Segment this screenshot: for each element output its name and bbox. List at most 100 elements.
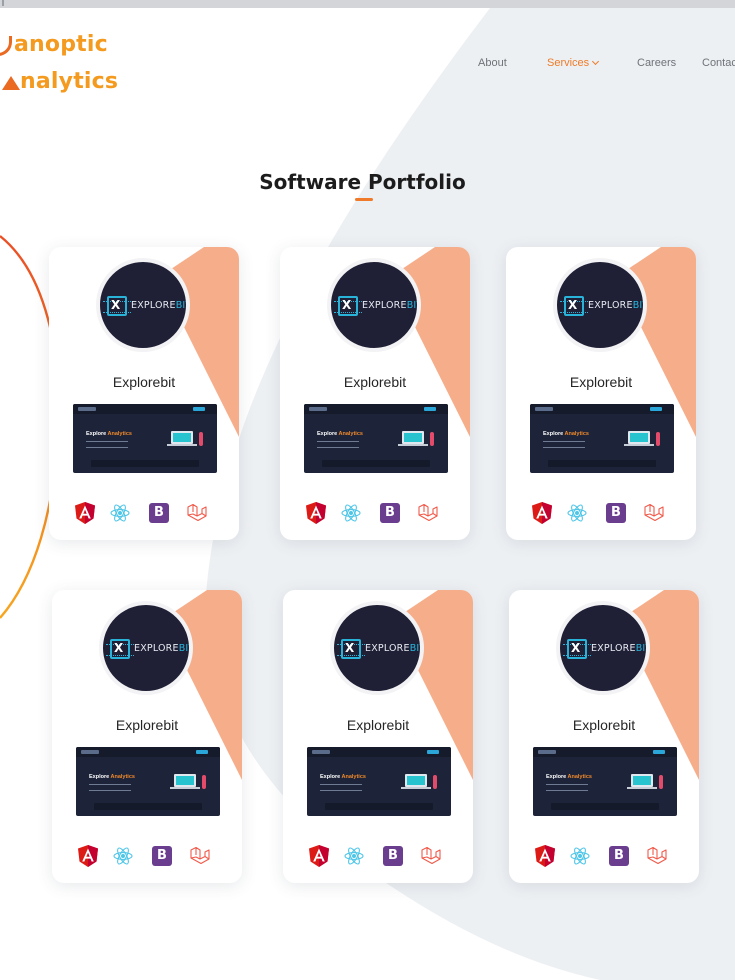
portfolio-card[interactable]: X EXPLOREBIT Explorebit Explore Analytic… [52, 590, 242, 883]
brand-text-right: BIT [406, 300, 421, 311]
portfolio-card[interactable]: X EXPLOREBIT Explorebit Explore Analytic… [280, 247, 470, 540]
screenshot-logo [309, 407, 327, 411]
brand-text: EXPLOREBIT [362, 300, 421, 311]
screenshot-heading-a: Explore [89, 774, 111, 780]
nav-contact-link[interactable]: Contac [702, 57, 735, 69]
nav-about-link[interactable]: About [478, 57, 507, 69]
project-screenshot[interactable]: Explore Analytics [530, 404, 674, 473]
brand-text: EXPLOREBIT [365, 643, 424, 654]
project-logo: X EXPLOREBIT [330, 601, 424, 695]
brand-text-right: BIT [635, 643, 650, 654]
laptop-illustration [167, 431, 197, 446]
brand-text: EXPLOREBIT [134, 643, 189, 654]
plant-illustration [430, 432, 434, 446]
brand-text-left: EXPLORE [588, 300, 633, 311]
screenshot-subtext [86, 441, 128, 448]
chip-letter: X [568, 298, 578, 312]
scroll-marker [2, 0, 4, 6]
chevron-down-icon [592, 57, 600, 66]
project-name: Explorebit [572, 717, 636, 733]
chip-letter: X [345, 641, 355, 655]
screenshot-logo [535, 407, 553, 411]
project-screenshot[interactable]: Explore Analytics [533, 747, 677, 816]
screenshot-navbar [530, 404, 674, 414]
laravel-icon [421, 846, 441, 865]
screenshot-navbar [307, 747, 451, 757]
angular-icon [309, 845, 329, 867]
brand-text-right: BIT [632, 300, 647, 311]
browser-top-strip [0, 0, 735, 8]
tech-stack: B [506, 502, 696, 526]
tech-stack: B [509, 845, 699, 869]
project-logo: X EXPLOREBIT [553, 258, 647, 352]
brand-text-right: BIT [409, 643, 424, 654]
screenshot-heading: Explore Analytics [89, 774, 135, 780]
plant-illustration [202, 775, 206, 789]
project-screenshot[interactable]: Explore Analytics [73, 404, 217, 473]
nav-careers-link[interactable]: Careers [637, 57, 676, 69]
screenshot-subtext [320, 784, 362, 791]
react-icon [110, 504, 130, 522]
angular-icon [75, 502, 95, 524]
react-icon [570, 847, 590, 865]
plant-illustration [656, 432, 660, 446]
angular-icon [535, 845, 555, 867]
screenshot-navbar [76, 747, 220, 757]
nav-services-label: Services [547, 57, 590, 69]
laptop-illustration [398, 431, 428, 446]
angular-icon [306, 502, 326, 524]
bootstrap-icon: B [606, 503, 626, 523]
screenshot-heading-b: Analytics [341, 774, 366, 780]
laravel-icon [190, 846, 210, 865]
tech-stack: B [283, 845, 473, 869]
project-screenshot[interactable]: Explore Analytics [307, 747, 451, 816]
react-icon [341, 504, 361, 522]
project-name: Explorebit [115, 717, 179, 733]
portfolio-card[interactable]: X EXPLOREBIT Explorebit Explore Analytic… [49, 247, 239, 540]
portfolio-card[interactable]: X EXPLOREBIT Explorebit Explore Analytic… [509, 590, 699, 883]
screenshot-logo [312, 750, 330, 754]
portfolio-card[interactable]: X EXPLOREBIT Explorebit Explore Analytic… [506, 247, 696, 540]
project-logo: X EXPLOREBIT [99, 601, 193, 695]
screenshot-logo [78, 407, 96, 411]
bootstrap-icon: B [383, 846, 403, 866]
chip-letter: X [111, 298, 121, 312]
screenshot-button [427, 750, 439, 754]
screenshot-subtext [89, 784, 131, 791]
nav-services-link[interactable]: Services [547, 57, 600, 69]
screenshot-button [424, 407, 436, 411]
project-name: Explorebit [346, 717, 410, 733]
brand-text-left: EXPLORE [134, 643, 179, 654]
project-screenshot[interactable]: Explore Analytics [76, 747, 220, 816]
title-underline [355, 198, 373, 201]
screenshot-heading-b: Analytics [107, 431, 132, 437]
angular-icon [78, 845, 98, 867]
screenshot-heading: Explore Analytics [86, 431, 132, 437]
screenshot-heading-b: Analytics [564, 431, 589, 437]
react-icon [567, 504, 587, 522]
bootstrap-icon: B [152, 846, 172, 866]
project-logo: X EXPLOREBIT [96, 258, 190, 352]
screenshot-footer-bar [551, 803, 659, 810]
chip-letter: X [114, 641, 124, 655]
logo-text-top: anoptic [14, 32, 108, 57]
screenshot-heading-a: Explore [543, 431, 565, 437]
project-screenshot[interactable]: Explore Analytics [304, 404, 448, 473]
screenshot-button [650, 407, 662, 411]
project-logo: X EXPLOREBIT [556, 601, 650, 695]
angular-icon [532, 502, 552, 524]
tech-stack: B [280, 502, 470, 526]
plant-illustration [199, 432, 203, 446]
laptop-illustration [170, 774, 200, 789]
plant-illustration [433, 775, 437, 789]
screenshot-heading-b: Analytics [567, 774, 592, 780]
bootstrap-icon: B [149, 503, 169, 523]
laptop-illustration [627, 774, 657, 789]
portfolio-card[interactable]: X EXPLOREBIT Explorebit Explore Analytic… [283, 590, 473, 883]
brand-text: EXPLOREBIT [131, 300, 186, 311]
screenshot-navbar [304, 404, 448, 414]
bootstrap-icon: B [380, 503, 400, 523]
screenshot-heading-b: Analytics [338, 431, 363, 437]
section-title: Software Portfolio [259, 170, 466, 194]
bootstrap-icon: B [609, 846, 629, 866]
